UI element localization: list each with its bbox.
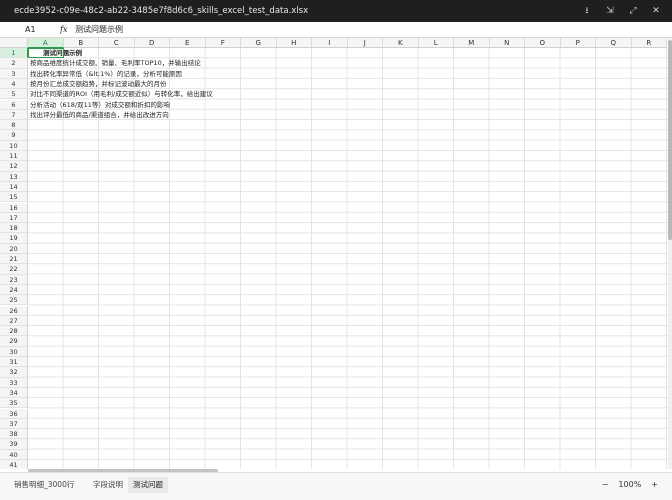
zoom-out-button[interactable]: − xyxy=(602,477,609,493)
column-header-r[interactable]: R xyxy=(631,38,667,48)
row-header-3[interactable]: 3 xyxy=(0,68,28,79)
vertical-scroll-thumb[interactable] xyxy=(668,40,672,240)
title-bar: ecde3952-c09e-48c2-ab22-3485e7f8d6c6_ski… xyxy=(0,0,672,22)
row-header-17[interactable]: 17 xyxy=(0,212,28,224)
row-header-4[interactable]: 4 xyxy=(0,78,28,90)
row-header-21[interactable]: 21 xyxy=(0,254,28,265)
row-header-28[interactable]: 28 xyxy=(0,326,28,337)
cell-a4[interactable]: 按月份汇总成交额趋势，并标记波动最大的月份 xyxy=(30,79,167,89)
cell-reference[interactable]: A1 xyxy=(25,22,36,38)
row-header-37[interactable]: 37 xyxy=(0,418,28,430)
row-header-35[interactable]: 35 xyxy=(0,398,28,409)
row-header-18[interactable]: 18 xyxy=(0,223,28,234)
column-header-c[interactable]: C xyxy=(99,38,135,48)
row-header-36[interactable]: 36 xyxy=(0,408,28,419)
row-header-41[interactable]: 41 xyxy=(0,460,28,469)
row-header-13[interactable]: 13 xyxy=(0,171,28,182)
row-header-8[interactable]: 8 xyxy=(0,120,28,131)
zoom-level: 100% xyxy=(618,480,642,489)
row-header-15[interactable]: 15 xyxy=(0,192,28,203)
column-header-a[interactable]: A xyxy=(28,38,64,48)
pin-icon[interactable]: ⇲ xyxy=(604,0,616,22)
formula-bar: A1 fx 测试问题示例 xyxy=(0,22,672,38)
sheet-tab-questions[interactable]: 测试问题 xyxy=(128,477,168,493)
row-header-29[interactable]: 29 xyxy=(0,336,28,347)
row-header-24[interactable]: 24 xyxy=(0,284,28,296)
column-header-g[interactable]: G xyxy=(241,38,277,48)
column-header-n[interactable]: N xyxy=(489,38,525,48)
column-header-j[interactable]: J xyxy=(347,38,383,48)
row-header-31[interactable]: 31 xyxy=(0,357,28,368)
active-cell-outline xyxy=(28,48,64,59)
column-header-q[interactable]: Q xyxy=(596,38,632,48)
row-header-12[interactable]: 12 xyxy=(0,161,28,172)
column-header-l[interactable]: L xyxy=(418,38,454,48)
row-header-14[interactable]: 14 xyxy=(0,181,28,193)
row-header-38[interactable]: 38 xyxy=(0,429,28,440)
row-header-5[interactable]: 5 xyxy=(0,89,28,100)
row-header-10[interactable]: 10 xyxy=(0,140,28,151)
fx-icon: fx xyxy=(60,25,68,34)
row-header-30[interactable]: 30 xyxy=(0,346,28,357)
row-header-33[interactable]: 33 xyxy=(0,377,28,388)
row-header-27[interactable]: 27 xyxy=(0,315,28,327)
close-icon[interactable]: ✕ xyxy=(650,0,662,22)
row-header-40[interactable]: 40 xyxy=(0,449,28,460)
window-controls: ⭳ ⇲ ⤢ ✕ xyxy=(581,0,662,22)
row-header-34[interactable]: 34 xyxy=(0,387,28,399)
column-header-f[interactable]: F xyxy=(205,38,241,48)
column-header-p[interactable]: P xyxy=(560,38,596,48)
row-header-2[interactable]: 2 xyxy=(0,58,28,69)
zoom-in-button[interactable]: + xyxy=(651,477,658,493)
row-header-20[interactable]: 20 xyxy=(0,243,28,254)
row-header-23[interactable]: 23 xyxy=(0,274,28,285)
download-icon[interactable]: ⭳ xyxy=(581,0,593,22)
row-header-7[interactable]: 7 xyxy=(0,109,28,121)
cell-a5[interactable]: 对比不同渠道的ROI（用毛利/成交额近似）与转化率，给出建议 xyxy=(30,89,213,99)
row-header-32[interactable]: 32 xyxy=(0,367,28,378)
row-header-25[interactable]: 25 xyxy=(0,295,28,306)
sheet-tab-bar: 销售明细_3000行 字段说明 测试问题 − 100% + xyxy=(0,472,672,500)
select-all-corner[interactable] xyxy=(0,38,28,48)
spreadsheet-grid: A B C D E F G H I J K L M N O P Q R 1 2 3 4 5 6 7 8 9 10 11 12 13 14 15 1… xyxy=(0,38,668,469)
row-header-1[interactable]: 1 xyxy=(0,48,28,59)
row-header-19[interactable]: 19 xyxy=(0,233,28,244)
zoom-control: − 100% + xyxy=(602,477,658,493)
row-header-9[interactable]: 9 xyxy=(0,130,28,141)
row-header-22[interactable]: 22 xyxy=(0,264,28,275)
sheet-tab-fields[interactable]: 字段说明 xyxy=(88,477,128,493)
column-header-d[interactable]: D xyxy=(134,38,170,48)
row-header-16[interactable]: 16 xyxy=(0,202,28,213)
column-header-k[interactable]: K xyxy=(383,38,419,48)
cell-a3[interactable]: 找出转化率异常低（&lt;1%）的记录，分析可能原因 xyxy=(30,69,182,79)
row-header-11[interactable]: 11 xyxy=(0,151,28,162)
column-header-b[interactable]: B xyxy=(63,38,99,48)
row-header-26[interactable]: 26 xyxy=(0,305,28,316)
formula-input[interactable]: 测试问题示例 xyxy=(75,22,123,38)
cell-a2[interactable]: 按商品维度统计成交额、销量、毛利率TOP10，并输出结论 xyxy=(30,58,201,68)
sheet-tab-sales[interactable]: 销售明细_3000行 xyxy=(9,477,79,493)
column-header-o[interactable]: O xyxy=(525,38,561,48)
expand-icon[interactable]: ⤢ xyxy=(627,0,639,22)
row-header-6[interactable]: 6 xyxy=(0,99,28,110)
column-header-h[interactable]: H xyxy=(276,38,312,48)
cell-a6[interactable]: 分析活动（618/双11等）对成交额和折扣的影响 xyxy=(30,100,170,110)
row-header-39[interactable]: 39 xyxy=(0,439,28,450)
column-header-i[interactable]: I xyxy=(312,38,348,48)
cell-a7[interactable]: 找出评分最低的商品/渠道组合，并给出改进方向 xyxy=(30,110,169,120)
column-header-e[interactable]: E xyxy=(170,38,206,48)
file-name: ecde3952-c09e-48c2-ab22-3485e7f8d6c6_ski… xyxy=(14,6,309,16)
column-header-m[interactable]: M xyxy=(454,38,490,48)
vertical-scrollbar[interactable] xyxy=(668,38,672,469)
